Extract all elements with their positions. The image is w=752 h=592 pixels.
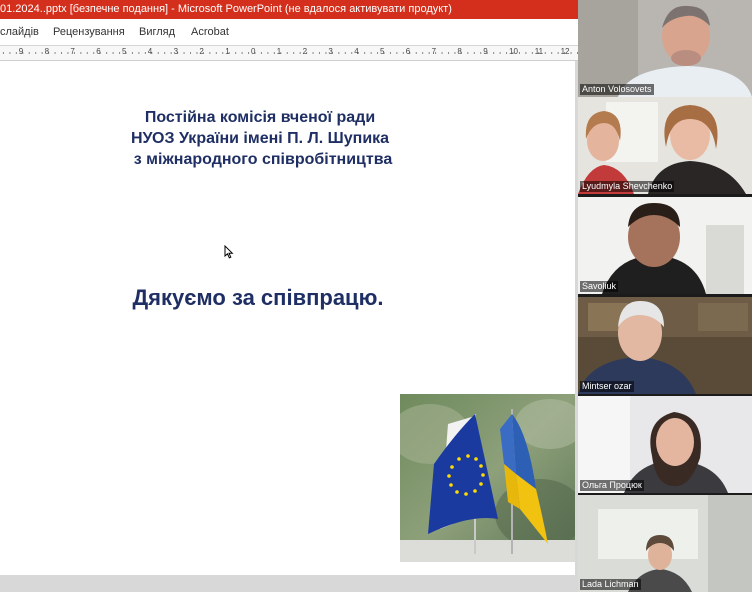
ruler-label: 0 bbox=[251, 47, 256, 56]
slide-thanks-text: Дякуємо за співпрацю. bbox=[132, 285, 384, 310]
slide-canvas[interactable]: Постійна комісія вченої ради НУОЗ Україн… bbox=[0, 61, 578, 575]
ruler-label: 3 bbox=[173, 47, 179, 56]
ruler-label: 5 bbox=[122, 47, 127, 56]
slide-title-line-2: НУОЗ України імені П. Л. Шупика bbox=[130, 130, 390, 147]
ruler-label: 1 bbox=[276, 47, 282, 56]
ruler-label: 8 bbox=[44, 47, 50, 56]
participant-tile-2[interactable]: Lyudmyla Shevchenko bbox=[578, 97, 752, 194]
horizontal-ruler[interactable]: 9 8 7 6 5 4 3 2 1 0 1 2 3 4 5 6 7 8 9 10 11 12 bbox=[0, 46, 578, 61]
ruler-label: 7 bbox=[70, 47, 75, 56]
participant-name-5: Ольга Процюк bbox=[580, 480, 644, 491]
ribbon-tab-bar: слайдів Рецензування Вигляд Acrobat bbox=[0, 19, 578, 46]
video-participants-panel: Anton Volosovets Lyudmyla Shevchenko Sav… bbox=[578, 0, 752, 592]
ruler-label: 2 bbox=[302, 47, 308, 56]
ruler-label: 4 bbox=[147, 47, 153, 56]
mouse-pointer-icon bbox=[224, 245, 234, 259]
ruler-label: 7 bbox=[431, 47, 437, 56]
ruler-label: 6 bbox=[405, 47, 411, 56]
ruler-label: 4 bbox=[354, 47, 359, 56]
ruler-label: 2 bbox=[199, 47, 204, 56]
slide-title-line-3: з міжнародного співробітництва bbox=[133, 151, 393, 168]
participant-video-2 bbox=[578, 97, 752, 194]
participant-name-3: Savoliuk bbox=[580, 281, 619, 292]
participant-name-1: Anton Volosovets bbox=[580, 84, 654, 95]
window-title: 01.2024..pptx [безпечне подання] - Micro… bbox=[0, 3, 452, 15]
participant-name-6: Lada Lichman bbox=[580, 579, 641, 590]
participant-video-3 bbox=[578, 197, 752, 294]
participant-name-4: Mintser ozar bbox=[580, 381, 634, 392]
tab-view[interactable]: Вигляд bbox=[139, 19, 175, 45]
tab-acrobat[interactable]: Acrobat bbox=[191, 19, 229, 45]
ruler-ticks bbox=[2, 52, 578, 54]
tab-slides[interactable]: слайдів bbox=[0, 19, 39, 45]
participant-name-2: Lyudmyla Shevchenko bbox=[580, 181, 675, 192]
participant-tile-1[interactable]: Anton Volosovets bbox=[578, 0, 752, 97]
powerpoint-window: 01.2024..pptx [безпечне подання] - Micro… bbox=[0, 0, 578, 592]
ruler-label: 9 bbox=[18, 47, 24, 56]
ruler-label: 1 bbox=[225, 47, 230, 56]
ruler-label: 10 bbox=[509, 47, 518, 56]
slide-title-line-1: Постійна комісія вченої ради bbox=[144, 109, 376, 126]
participant-tile-5[interactable]: Ольга Процюк bbox=[578, 396, 752, 493]
ruler-label: 5 bbox=[380, 47, 385, 56]
ruler-label: 6 bbox=[96, 47, 101, 56]
participant-tile-4[interactable]: Mintser ozar bbox=[578, 297, 752, 394]
participant-tile-3[interactable]: Savoliuk bbox=[578, 197, 752, 294]
ruler-label: 12 bbox=[560, 47, 570, 56]
participant-video-6 bbox=[578, 495, 752, 592]
ruler-label: 9 bbox=[483, 47, 488, 56]
window-title-bar[interactable]: 01.2024..pptx [безпечне подання] - Micro… bbox=[0, 0, 578, 19]
ruler-label: 8 bbox=[457, 47, 462, 56]
participant-tile-6[interactable]: Lada Lichman bbox=[578, 495, 752, 592]
participant-video-1 bbox=[578, 0, 752, 97]
participant-video-4 bbox=[578, 297, 752, 394]
participant-video-5 bbox=[578, 396, 752, 493]
slide-area-bottom-bar bbox=[0, 575, 578, 592]
ruler-label: 3 bbox=[328, 47, 333, 56]
tab-review[interactable]: Рецензування bbox=[53, 19, 125, 45]
ruler-label: 11 bbox=[534, 47, 544, 56]
eu-ukraine-flags-photo bbox=[400, 394, 575, 562]
